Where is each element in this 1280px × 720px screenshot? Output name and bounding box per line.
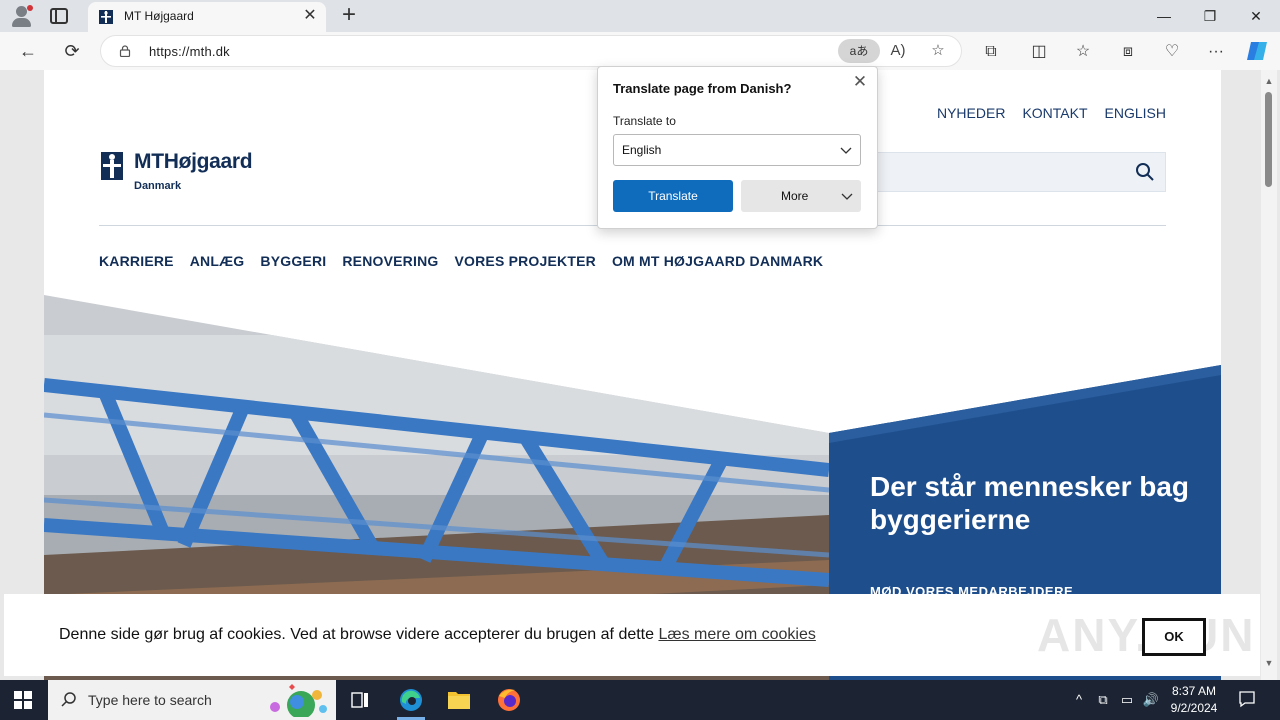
volume-icon[interactable]: 🔊: [1142, 690, 1160, 710]
popup-close-icon[interactable]: ✕: [851, 73, 869, 91]
split-screen-icon[interactable]: ◫: [1028, 41, 1050, 63]
translate-to-label: Translate to: [613, 114, 676, 128]
copilot-icon[interactable]: [1245, 40, 1269, 62]
edge-taskbar-icon[interactable]: [387, 680, 435, 720]
tab-close-icon[interactable]: ✕: [302, 8, 318, 24]
windows-start-icon[interactable]: [14, 691, 32, 709]
favorites-icon[interactable]: ☆: [1072, 41, 1094, 63]
more-button-label: More: [781, 189, 809, 203]
cookie-text: Denne side gør brug af cookies. Ved at b…: [59, 626, 659, 643]
cookie-read-more-link[interactable]: Læs mere om cookies: [658, 626, 815, 643]
notifications-icon[interactable]: [1238, 690, 1256, 708]
translate-button[interactable]: Translate: [613, 180, 733, 212]
site-search-input[interactable]: [864, 152, 1166, 192]
top-link-english[interactable]: ENGLISH: [1105, 105, 1166, 121]
nav-item-karriere[interactable]: KARRIERE: [99, 253, 174, 269]
main-nav: KARRIERE ANLÆG BYGGERI RENOVERING VORES …: [99, 253, 823, 269]
browser-toolbar: ← ⟳ https://mth.dk aあ A) ☆ ⧉ ◫ ☆ ⧈ ♡ ···: [0, 32, 1280, 70]
nav-item-renovering[interactable]: RENOVERING: [342, 253, 438, 269]
translate-popup: Translate page from Danish? ✕ Translate …: [597, 66, 878, 229]
nav-item-anlaeg[interactable]: ANLÆG: [190, 253, 245, 269]
nav-item-projekter[interactable]: VORES PROJEKTER: [454, 253, 595, 269]
browser-essentials-icon[interactable]: ♡: [1161, 41, 1183, 63]
cookie-ok-button[interactable]: OK: [1142, 618, 1206, 656]
read-aloud-icon[interactable]: A): [888, 41, 908, 61]
selected-language: English: [622, 143, 662, 157]
search-icon: [61, 692, 76, 707]
nav-item-byggeri[interactable]: BYGGERI: [260, 253, 326, 269]
cookie-message: Denne side gør brug af cookies. Ved at b…: [59, 626, 816, 644]
meet-now-icon[interactable]: ⧉: [1094, 690, 1112, 710]
tab-mth[interactable]: MT Højgaard ✕: [88, 2, 326, 32]
settings-menu-icon[interactable]: ···: [1205, 41, 1227, 63]
chevron-down-icon: [840, 147, 852, 154]
collections-icon[interactable]: ⧈: [1117, 41, 1139, 63]
network-icon[interactable]: ▭: [1118, 690, 1136, 710]
url-text[interactable]: https://mth.dk: [149, 44, 230, 59]
close-window-button[interactable]: ✕: [1246, 6, 1266, 26]
language-select[interactable]: English: [613, 134, 861, 166]
site-logo[interactable]: MTHøjgaard Danmark: [99, 150, 279, 194]
logo-brand: MTHøjgaard: [134, 150, 253, 173]
taskbar-search-placeholder: Type here to search: [88, 692, 212, 708]
scroll-down-icon[interactable]: ▼: [1264, 658, 1274, 668]
task-view-icon[interactable]: [336, 680, 384, 720]
address-bar[interactable]: https://mth.dk aあ A) ☆: [100, 35, 962, 67]
top-links: NYHEDER KONTAKT ENGLISH: [937, 105, 1166, 121]
browser-tab-bar: MT Højgaard ✕ + — ❐ ✕: [0, 0, 1280, 32]
page-scrollbar[interactable]: ▲ ▼: [1261, 70, 1277, 680]
popup-title: Translate page from Danish?: [613, 81, 792, 96]
taskbar-clock[interactable]: 8:37 AM 9/2/2024: [1162, 683, 1226, 717]
refresh-button[interactable]: ⟳: [61, 40, 83, 62]
tab-title: MT Højgaard: [124, 9, 194, 23]
new-tab-button[interactable]: +: [338, 3, 360, 27]
taskbar-search-input[interactable]: Type here to search: [48, 680, 336, 720]
windows-taskbar: Type here to search ^ ⧉ ▭ 🔊 8:37 AM 9/2/…: [0, 680, 1280, 720]
clock-time: 8:37 AM: [1171, 684, 1217, 698]
logo-sub: Danmark: [134, 180, 182, 192]
search-icon[interactable]: [1135, 162, 1155, 182]
clock-date: 9/2/2024: [1170, 701, 1218, 715]
cookie-banner: Denne side gør brug af cookies. Ved at b…: [4, 594, 1260, 676]
favorite-star-icon[interactable]: ☆: [928, 41, 948, 61]
hero-title: Der står mennesker bag byggerierne: [870, 471, 1190, 535]
search-highlight-icon: [270, 684, 327, 717]
translate-icon[interactable]: aあ: [838, 39, 880, 63]
more-button[interactable]: More: [741, 180, 861, 212]
extensions-icon[interactable]: ⧉: [980, 41, 1002, 63]
chevron-down-icon: [841, 193, 853, 200]
lock-icon[interactable]: [119, 45, 131, 57]
mth-favicon-icon: [99, 10, 113, 24]
scroll-up-icon[interactable]: ▲: [1264, 76, 1274, 86]
top-link-news[interactable]: NYHEDER: [937, 105, 1005, 121]
mth-logo-mark-icon: [101, 152, 123, 180]
tray-chevron-icon[interactable]: ^: [1070, 690, 1088, 710]
back-button[interactable]: ←: [17, 40, 39, 62]
file-explorer-icon[interactable]: [435, 680, 483, 720]
scroll-thumb[interactable]: [1265, 92, 1272, 187]
tab-actions-icon[interactable]: [50, 8, 68, 24]
top-link-contact[interactable]: KONTAKT: [1022, 105, 1087, 121]
nav-item-om[interactable]: OM MT HØJGAARD DANMARK: [612, 253, 823, 269]
restore-button[interactable]: ❐: [1200, 6, 1220, 26]
profile-icon[interactable]: [10, 5, 34, 27]
minimize-button[interactable]: —: [1154, 6, 1174, 26]
firefox-icon[interactable]: [485, 680, 533, 720]
